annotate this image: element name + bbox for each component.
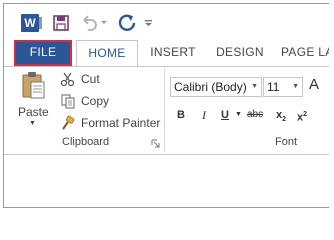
tab-home[interactable]: HOME — [76, 40, 138, 67]
tab-insert[interactable]: INSERT — [144, 40, 202, 66]
format-painter-button[interactable]: Format Painter — [60, 113, 160, 133]
font-size-select[interactable]: 11 ▼ — [263, 77, 303, 97]
italic-button[interactable]: I — [202, 107, 206, 123]
copy-icon — [61, 94, 75, 109]
word-logo-icon: W — [21, 14, 42, 32]
grow-font-button[interactable]: A — [309, 76, 319, 93]
tab-design[interactable]: DESIGN — [208, 40, 272, 66]
strikethrough-button[interactable]: abc — [247, 107, 263, 123]
font-name-value: Calibri (Body) — [174, 80, 247, 94]
home-ribbon: Paste ▼ Cut Copy Format Painter Clipboar… — [4, 67, 329, 153]
clipboard-group-label: Clipboard — [62, 136, 110, 148]
font-size-value: 11 — [267, 80, 280, 94]
copy-button[interactable]: Copy — [60, 91, 109, 111]
undo-icon[interactable] — [78, 12, 100, 34]
underline-dropdown-icon[interactable]: ▼ — [235, 107, 242, 123]
ribbon-tabs: FILE HOME INSERT DESIGN PAGE LA — [4, 40, 329, 67]
save-icon[interactable] — [50, 12, 72, 34]
chevron-down-icon: ▼ — [292, 83, 299, 90]
superscript-button[interactable]: x2 — [297, 107, 308, 124]
paste-button[interactable]: Paste — [18, 105, 49, 119]
subscript-mark: 2 — [282, 116, 287, 124]
format-painter-label: Format Painter — [81, 116, 161, 130]
paste-dropdown-icon[interactable]: ▼ — [29, 120, 36, 127]
underline-button[interactable]: U — [221, 107, 229, 123]
undo-dropdown-icon[interactable] — [99, 12, 109, 34]
document-area[interactable] — [4, 155, 329, 207]
word-window: W FILE HOME INSERT DESIGN PAGE LA Paste … — [3, 3, 329, 208]
cut-button[interactable]: Cut — [60, 69, 100, 89]
tab-file[interactable]: FILE — [14, 40, 72, 66]
bold-button[interactable]: B — [177, 107, 185, 123]
group-separator — [164, 69, 165, 151]
copy-label: Copy — [81, 94, 110, 108]
superscript-mark: 2 — [303, 111, 308, 118]
quick-access-toolbar: W — [4, 4, 329, 40]
tab-page-layout[interactable]: PAGE LA — [281, 40, 329, 66]
customize-toolbar-icon[interactable] — [143, 12, 155, 34]
paste-icon[interactable] — [20, 70, 46, 100]
paintbrush-icon — [62, 115, 75, 130]
cut-label: Cut — [81, 72, 100, 86]
scissors-icon — [60, 72, 75, 87]
chevron-down-icon: ▼ — [251, 83, 258, 90]
dialog-launcher-icon[interactable] — [151, 139, 160, 148]
redo-icon[interactable] — [116, 12, 138, 34]
font-group-label: Font — [275, 136, 298, 148]
font-name-select[interactable]: Calibri (Body) ▼ — [170, 77, 262, 97]
subscript-button[interactable]: x2 — [276, 107, 286, 123]
